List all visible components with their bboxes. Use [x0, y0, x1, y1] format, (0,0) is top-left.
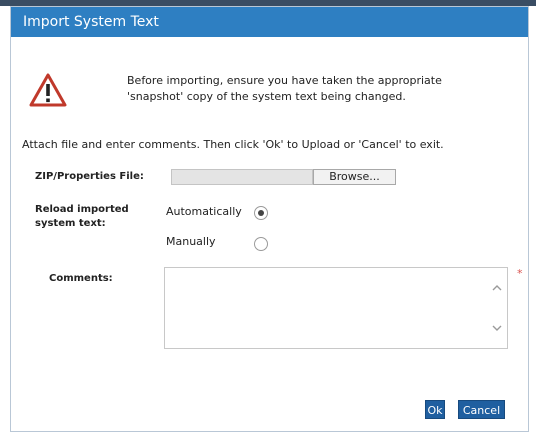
dialog-titlebar[interactable]: Import System Text: [11, 7, 528, 37]
radio-manually[interactable]: [254, 237, 268, 251]
reload-label-line-2: system text:: [35, 218, 106, 229]
option-manually-label: Manually: [166, 235, 216, 248]
warning-line-1: Before importing, ensure you have taken …: [127, 74, 442, 87]
radio-automatically[interactable]: [254, 206, 268, 220]
required-marker: *: [517, 267, 523, 280]
reload-label: Reload imported system text:: [35, 203, 129, 231]
warning-message: Before importing, ensure you have taken …: [127, 73, 487, 105]
option-automatically-label: Automatically: [166, 205, 242, 218]
import-system-text-dialog: Import System Text Before importing, ens…: [10, 6, 529, 432]
file-path-field[interactable]: [171, 169, 313, 185]
reload-label-line-1: Reload imported: [35, 204, 129, 215]
warning-triangle-icon: [29, 73, 67, 107]
chevron-up-icon[interactable]: [491, 282, 503, 294]
chevron-down-icon[interactable]: [491, 322, 503, 334]
comments-textarea[interactable]: [164, 267, 508, 349]
instructions-text: Attach file and enter comments. Then cli…: [22, 138, 444, 151]
cancel-button[interactable]: Cancel: [458, 400, 505, 419]
ok-button[interactable]: Ok: [425, 400, 445, 419]
dialog-title: Import System Text: [23, 14, 159, 30]
file-label: ZIP/Properties File:: [35, 171, 144, 182]
browse-button[interactable]: Browse...: [313, 169, 396, 185]
comments-label: Comments:: [49, 273, 113, 284]
radio-selected-dot: [258, 210, 264, 216]
warning-line-2: 'snapshot' copy of the system text being…: [127, 90, 406, 103]
